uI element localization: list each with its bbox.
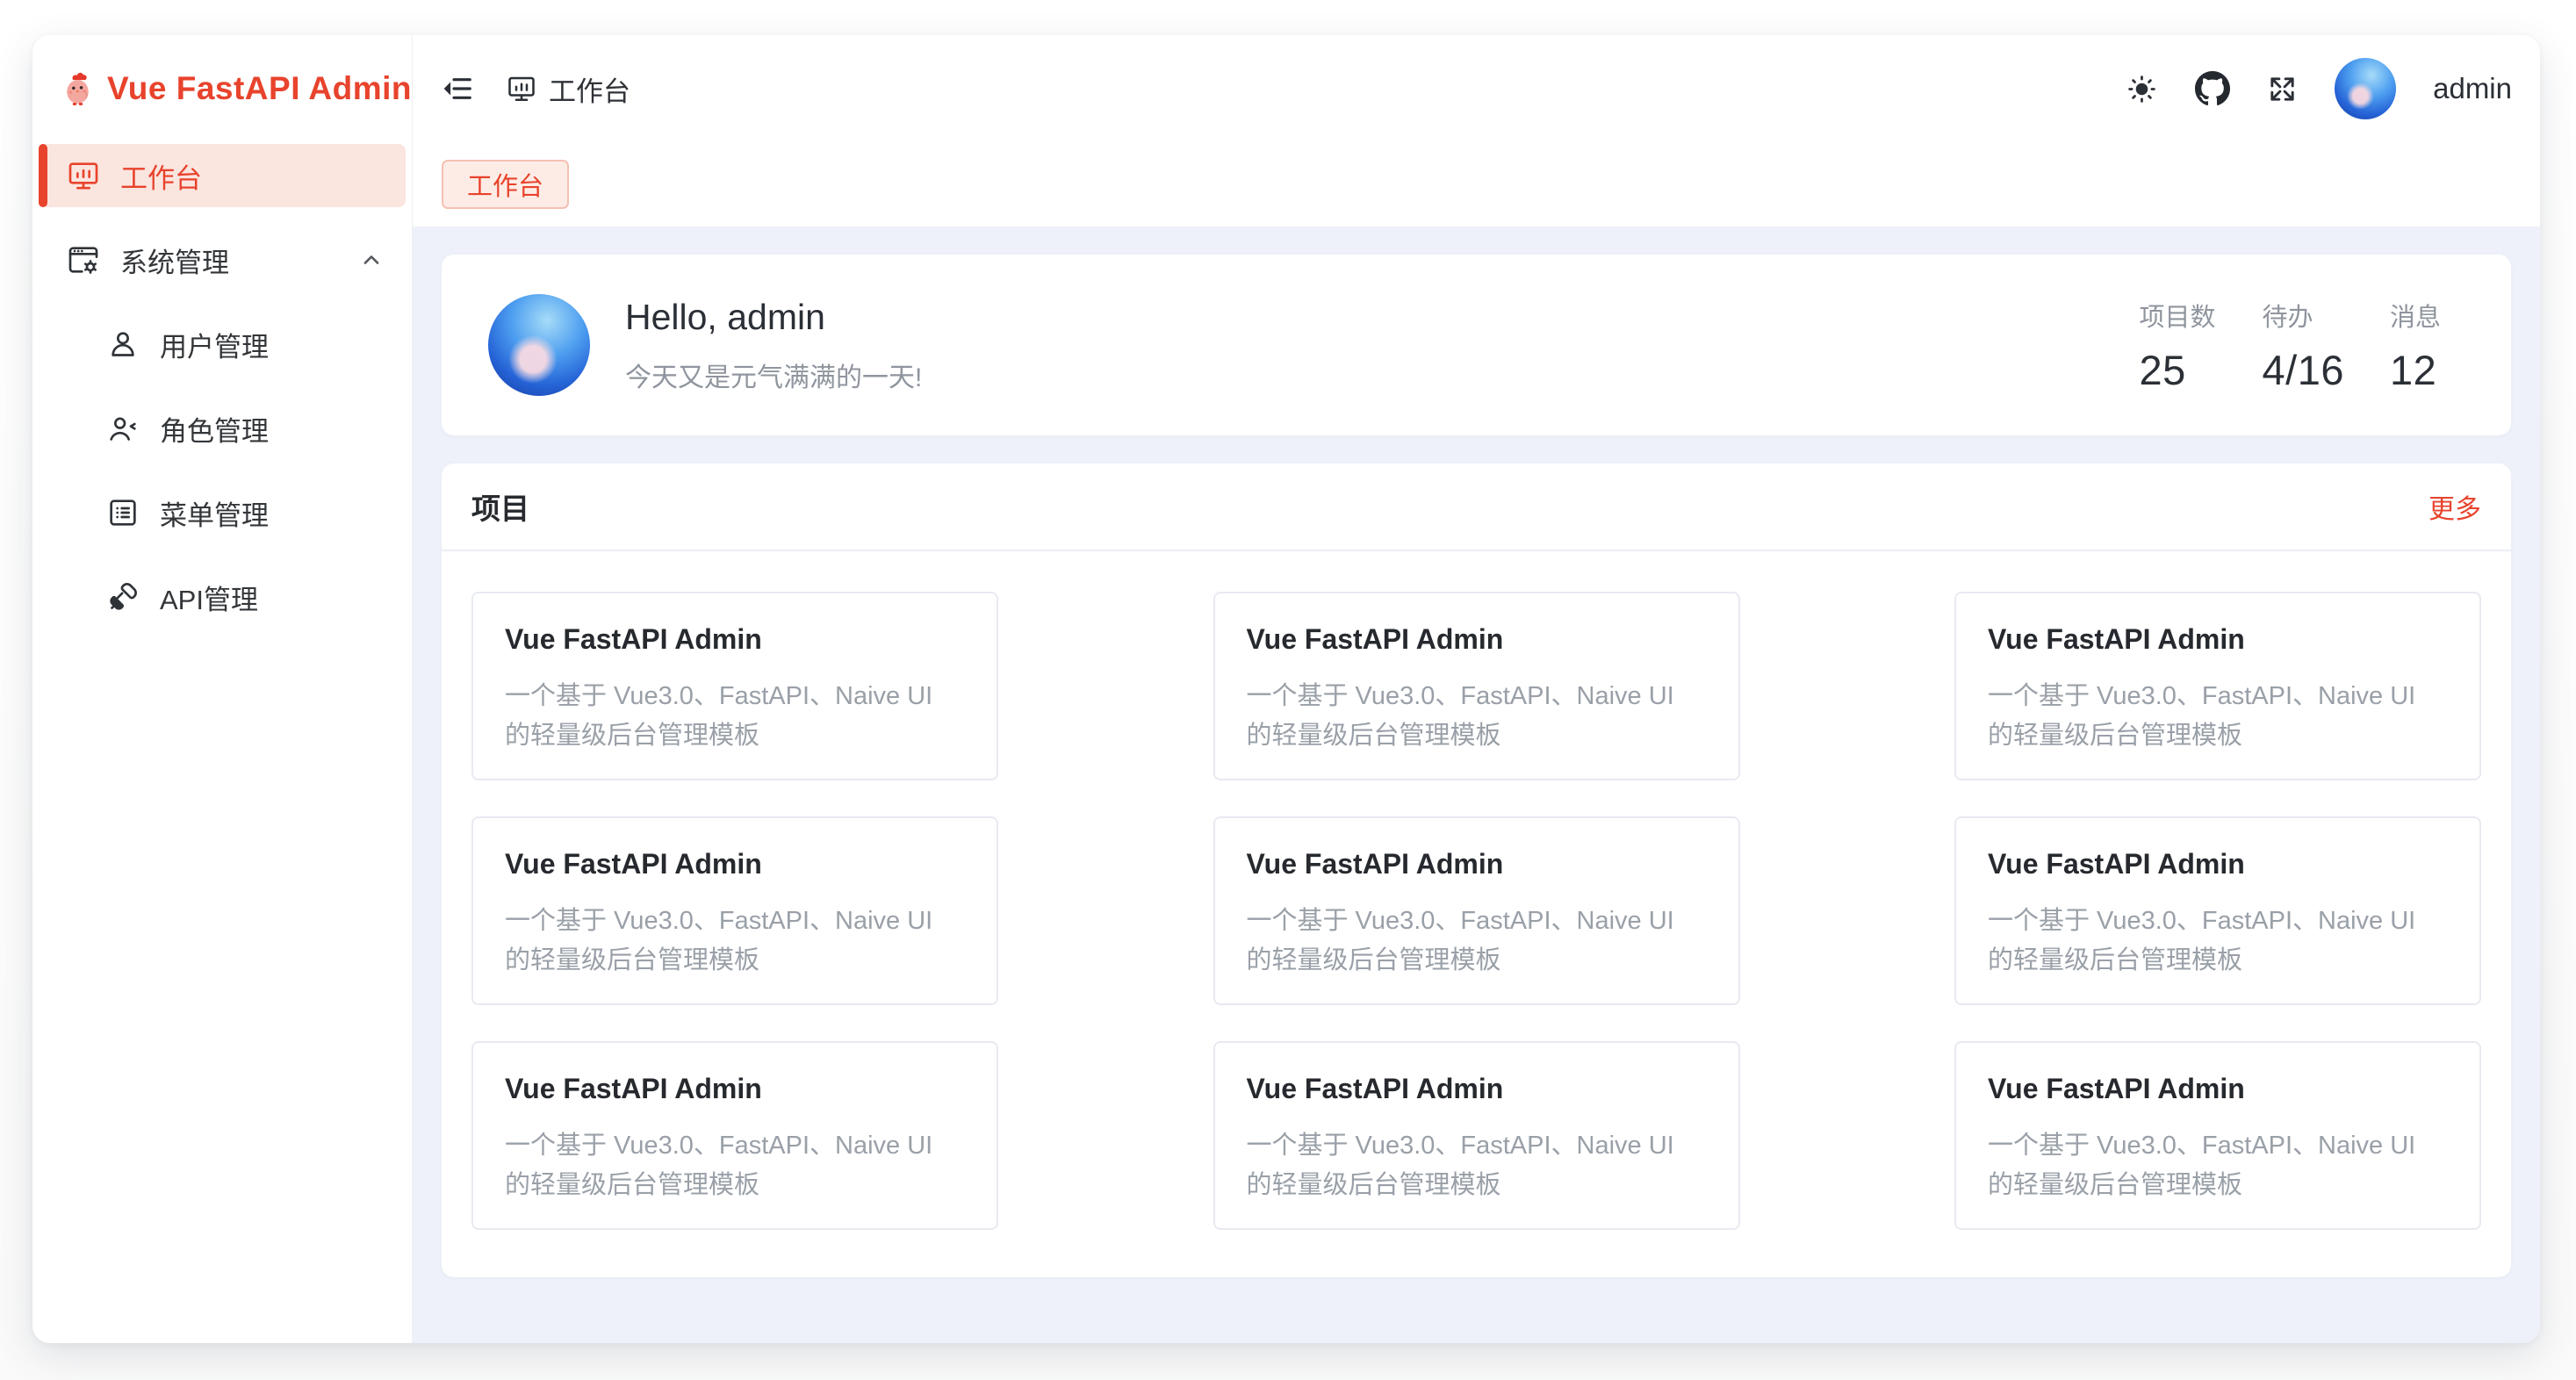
project-card[interactable]: Vue FastAPI Admin 一个基于 Vue3.0、FastAPI、Na… [471,1041,998,1230]
project-card[interactable]: Vue FastAPI Admin 一个基于 Vue3.0、FastAPI、Na… [1954,816,2481,1005]
project-card[interactable]: Vue FastAPI Admin 一个基于 Vue3.0、FastAPI、Na… [1213,1041,1740,1230]
projects-title: 项目 [471,485,529,528]
stat-label: 待办 [2263,297,2344,334]
project-card[interactable]: Vue FastAPI Admin 一个基于 Vue3.0、FastAPI、Na… [471,592,998,780]
fullscreen-icon [2267,74,2298,104]
content-area: Hello, admin 今天又是元气满满的一天! 项目数 25 待办 4/16… [413,226,2540,1343]
breadcrumb-label: 工作台 [549,69,630,109]
stat-value: 12 [2390,346,2467,394]
project-card-title: Vue FastAPI Admin [1247,623,1707,656]
sidebar-item-label: 角色管理 [160,409,269,449]
sidebar-item-label: 系统管理 [120,241,229,280]
app-title: Vue FastAPI Admin [107,70,412,107]
project-card-title: Vue FastAPI Admin [1988,1073,2448,1105]
sidebar-item-system[interactable]: 系统管理 [39,228,406,291]
tags-bar: 工作台 [413,142,2540,226]
theme-sun-icon [2126,73,2158,105]
project-card[interactable]: Vue FastAPI Admin 一个基于 Vue3.0、FastAPI、Na… [471,816,998,1005]
github-icon [2195,71,2230,106]
menu-list-icon [105,495,140,530]
sidebar-item-api[interactable]: API管理 [39,565,406,629]
user-icon [105,327,140,362]
project-card-title: Vue FastAPI Admin [1988,848,2448,880]
stat-value: 4/16 [2263,346,2344,394]
sidebar: Vue FastAPI Admin 工作台 [32,35,413,1343]
role-user-icon [105,411,140,446]
stat-todos: 待办 4/16 [2263,297,2344,394]
sidebar-item-label: API管理 [160,578,258,617]
workbench-monitor-icon [66,158,101,193]
project-card[interactable]: Vue FastAPI Admin 一个基于 Vue3.0、FastAPI、Na… [1213,816,1740,1005]
projects-panel: 项目 更多 Vue FastAPI Admin 一个基于 Vue3.0、Fast… [442,464,2511,1277]
user-avatar[interactable] [2335,58,2396,119]
tag-workbench[interactable]: 工作台 [442,160,569,209]
welcome-message: 今天又是元气满满的一天! [625,356,2140,394]
chick-logo-icon [62,58,93,119]
sidebar-item-users[interactable]: 用户管理 [39,313,406,376]
stat-projects: 项目数 25 [2140,297,2217,394]
project-card-title: Vue FastAPI Admin [505,848,965,880]
sidebar-menu: 工作台 系统管理 [32,142,412,650]
projects-grid: Vue FastAPI Admin 一个基于 Vue3.0、FastAPI、Na… [442,551,2511,1277]
project-card-description: 一个基于 Vue3.0、FastAPI、Naive UI 的轻量级后台管理模板 [1988,677,2448,756]
welcome-greeting: Hello, admin [625,297,2140,338]
project-card-description: 一个基于 Vue3.0、FastAPI、Naive UI 的轻量级后台管理模板 [1247,1126,1707,1205]
sidebar-item-label: 工作台 [120,156,202,196]
fullscreen-button[interactable] [2267,74,2298,104]
stat-label: 消息 [2390,297,2467,334]
project-card-description: 一个基于 Vue3.0、FastAPI、Naive UI 的轻量级后台管理模板 [505,902,965,981]
menu-fold-icon [441,72,474,105]
projects-more-link[interactable]: 更多 [2428,487,2481,526]
project-card[interactable]: Vue FastAPI Admin 一个基于 Vue3.0、FastAPI、Na… [1213,592,1740,780]
sidebar-item-workbench[interactable]: 工作台 [39,144,406,207]
main-area: 工作台 [413,35,2540,1343]
app-logo[interactable]: Vue FastAPI Admin [32,35,412,142]
top-header: 工作台 [413,35,2540,142]
collapse-sidebar-button[interactable] [441,72,474,105]
project-card-description: 一个基于 Vue3.0、FastAPI、Naive UI 的轻量级后台管理模板 [505,1126,965,1205]
sidebar-item-menus[interactable]: 菜单管理 [39,481,406,544]
username-label[interactable]: admin [2433,72,2512,105]
breadcrumb[interactable]: 工作台 [506,69,630,109]
page-background: Vue FastAPI Admin 工作台 [0,0,2576,1380]
system-settings-icon [66,242,101,277]
chevron-up-icon [356,245,386,275]
welcome-avatar [488,294,590,396]
app-window: Vue FastAPI Admin 工作台 [32,35,2540,1343]
project-card-title: Vue FastAPI Admin [505,623,965,656]
project-card-description: 一个基于 Vue3.0、FastAPI、Naive UI 的轻量级后台管理模板 [505,677,965,756]
project-card[interactable]: Vue FastAPI Admin 一个基于 Vue3.0、FastAPI、Na… [1954,592,2481,780]
stats-group: 项目数 25 待办 4/16 消息 12 [2140,297,2467,394]
stat-value: 25 [2140,346,2217,394]
project-card-title: Vue FastAPI Admin [1988,623,2448,656]
project-card-description: 一个基于 Vue3.0、FastAPI、Naive UI 的轻量级后台管理模板 [1988,902,2448,981]
project-card-title: Vue FastAPI Admin [505,1073,965,1105]
project-card-description: 一个基于 Vue3.0、FastAPI、Naive UI 的轻量级后台管理模板 [1247,902,1707,981]
theme-toggle-button[interactable] [2126,73,2158,105]
stat-label: 项目数 [2140,297,2217,334]
project-card-title: Vue FastAPI Admin [1247,848,1707,880]
welcome-card: Hello, admin 今天又是元气满满的一天! 项目数 25 待办 4/16… [442,255,2511,435]
project-card-title: Vue FastAPI Admin [1247,1073,1707,1105]
project-card[interactable]: Vue FastAPI Admin 一个基于 Vue3.0、FastAPI、Na… [1954,1041,2481,1230]
workbench-monitor-icon [506,73,537,104]
sidebar-item-label: 菜单管理 [160,493,269,533]
projects-panel-header: 项目 更多 [442,464,2511,551]
sidebar-item-roles[interactable]: 角色管理 [39,397,406,460]
api-plug-icon [105,579,140,615]
project-card-description: 一个基于 Vue3.0、FastAPI、Naive UI 的轻量级后台管理模板 [1247,677,1707,756]
project-card-description: 一个基于 Vue3.0、FastAPI、Naive UI 的轻量级后台管理模板 [1988,1126,2448,1205]
sidebar-item-label: 用户管理 [160,325,269,364]
stat-messages: 消息 12 [2390,297,2467,394]
github-link-button[interactable] [2195,71,2230,106]
